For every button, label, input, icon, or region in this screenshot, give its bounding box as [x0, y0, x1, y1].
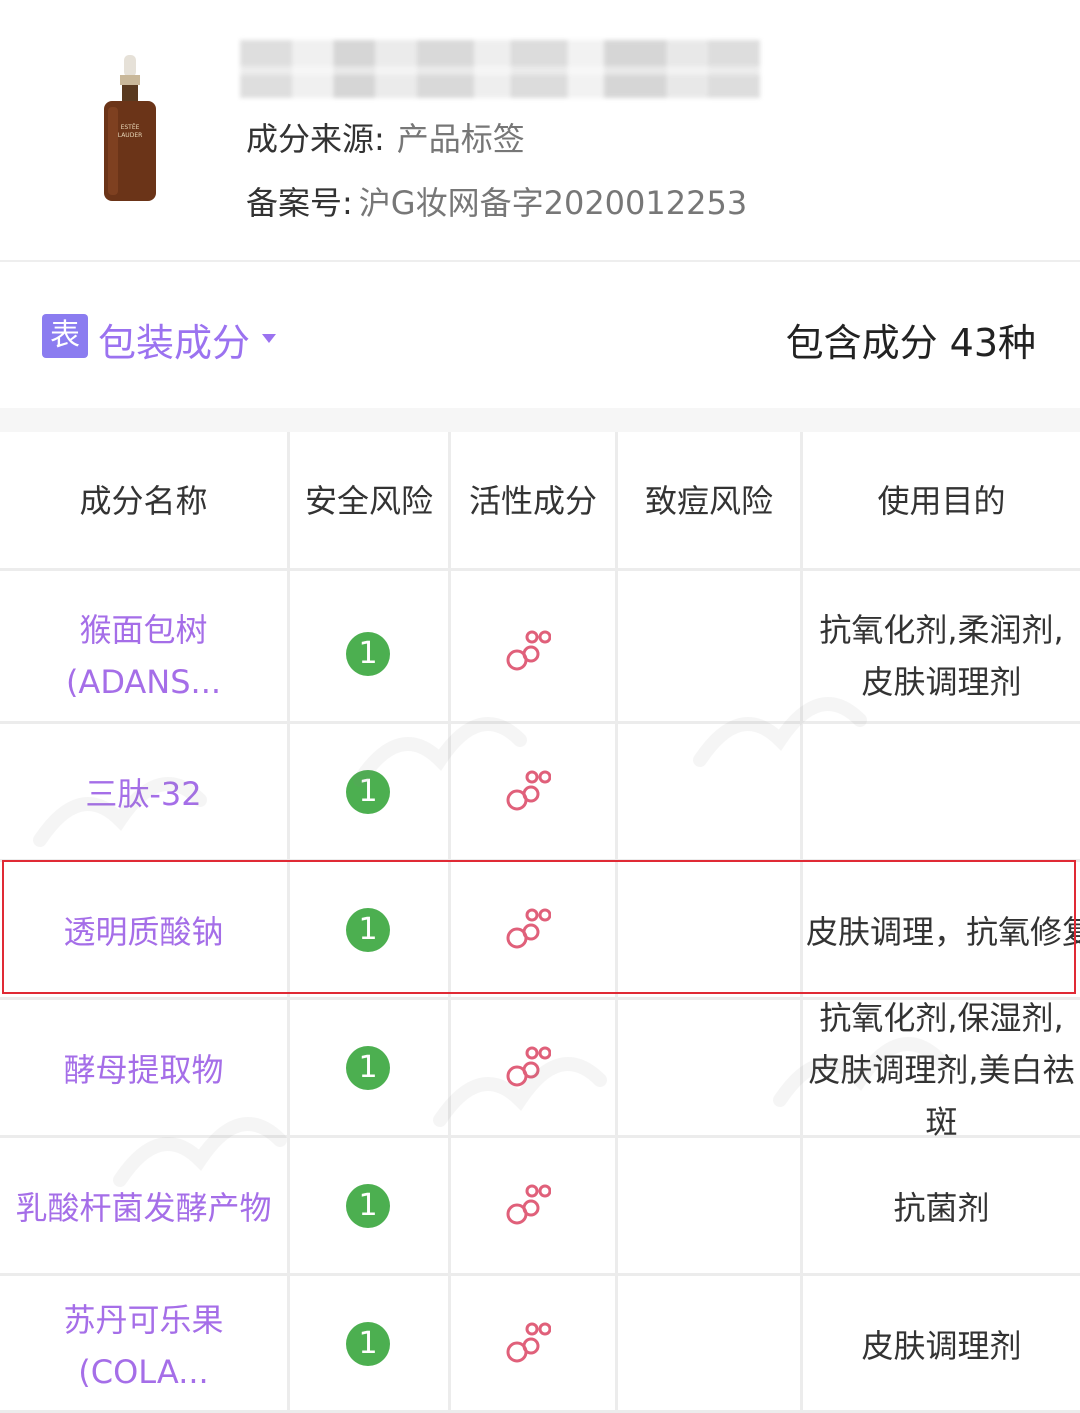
ingredient-name[interactable]: 猴面包树 (ADANS... [0, 604, 287, 708]
row-divider [0, 1273, 1080, 1276]
ingredient-name[interactable]: 三肽-32 [0, 768, 287, 820]
purpose-text: 皮肤调理剂 [861, 1327, 1022, 1365]
source-label: 成分来源: [246, 120, 385, 158]
header-acne-risk[interactable]: 致痘风险 [618, 432, 800, 570]
safety-risk-badge: 1 [346, 632, 390, 676]
highlight-box [2, 860, 1076, 994]
active-ingredient-icon [506, 1184, 551, 1225]
svg-text:ESTĒE: ESTĒE [121, 124, 140, 131]
active-ingredient-icon [506, 1046, 551, 1087]
safety-risk-badge: 1 [346, 1322, 390, 1366]
ingredient-name[interactable]: 苏丹可乐果 (COLA... [0, 1294, 287, 1398]
row-divider [0, 568, 1080, 571]
ingredient-name[interactable]: 乳酸杆菌发酵产物 [0, 1182, 287, 1234]
table-tag-icon: 表 [42, 314, 88, 358]
active-ingredient-icon [506, 770, 551, 811]
source-value: 产品标签 [396, 120, 525, 158]
header-purpose: 使用目的 [877, 482, 1006, 520]
safety-risk-badge: 1 [346, 1184, 390, 1228]
record-value: 沪G妆网备字2020012253 [358, 184, 748, 222]
safety-risk-badge: 1 [346, 770, 390, 814]
divider [0, 260, 1080, 262]
record-label: 备案号: [246, 184, 353, 222]
product-name-blurred [240, 40, 760, 98]
active-ingredient-icon [506, 1322, 551, 1363]
ingredient-name[interactable]: 酵母提取物 [0, 1044, 287, 1096]
header-safety-risk[interactable]: 安全风险 [290, 432, 448, 570]
active-ingredient-icon [506, 630, 551, 671]
product-header: ESTĒE LAUDER 成分来源: 产品标签 备案号: 沪G妆网备字2020012… [0, 0, 1080, 260]
svg-text:LAUDER: LAUDER [118, 132, 143, 139]
section-gap [0, 408, 1080, 432]
packaging-ingredients-dropdown[interactable]: 包装成分 [98, 312, 250, 367]
safety-risk-badge: 1 [346, 1046, 390, 1090]
purpose-text: 抗氧化剂,保湿剂, 皮肤调理剂,美白祛斑 [808, 999, 1075, 1141]
ingredient-source-line: 成分来源: 产品标签 [246, 114, 525, 160]
table-header-row: 成分名称 安全风险 活性成分 致痘风险 使用目的 [0, 432, 1080, 570]
chevron-down-icon[interactable] [262, 334, 276, 343]
record-number-line: 备案号: 沪G妆网备字2020012253 [246, 178, 747, 224]
row-divider [0, 721, 1080, 724]
purpose-text: 抗菌剂 [893, 1189, 990, 1227]
purpose-text: 抗氧化剂,柔润剂, 皮肤调理剂 [819, 611, 1064, 701]
product-bottle-image: ESTĒE LAUDER [104, 55, 156, 201]
header-active-ingredient[interactable]: 活性成分 [451, 432, 615, 570]
header-ingredient-name: 成分名称 [79, 482, 208, 520]
ingredient-count: 包含成分 43种 [785, 321, 1036, 365]
